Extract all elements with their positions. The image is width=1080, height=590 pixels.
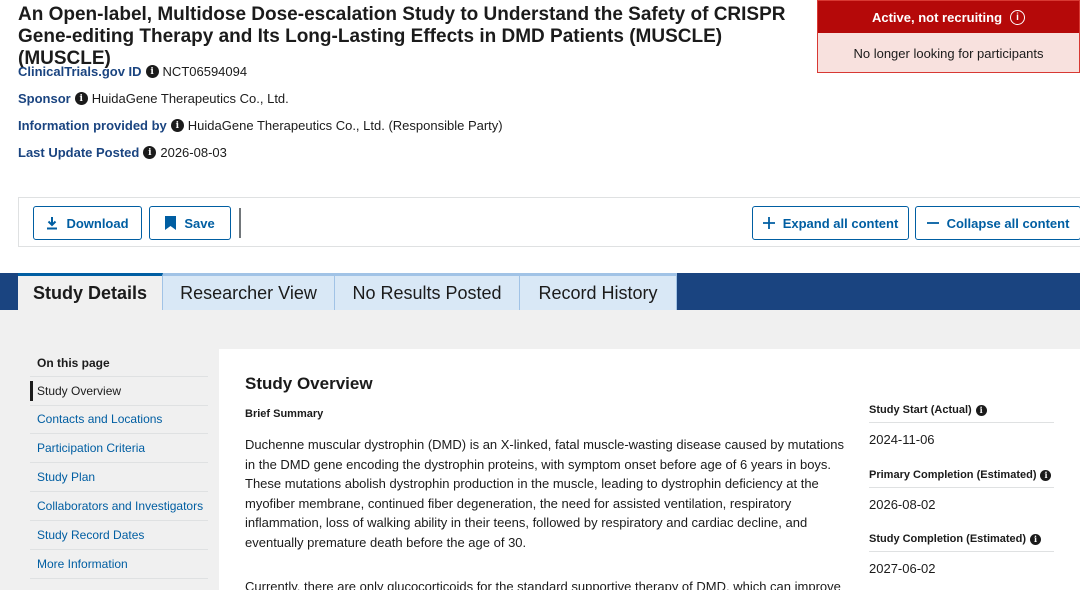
expand-all-button[interactable]: Expand all content: [752, 206, 909, 240]
sponsor-value: HuidaGene Therapeutics Co., Ltd.: [91, 91, 289, 106]
info-icon[interactable]: i: [143, 146, 157, 159]
study-start-value: 2024-11-06: [869, 432, 935, 447]
nct-id-value: NCT06594094: [162, 64, 248, 79]
tab-researcher-view[interactable]: Researcher View: [163, 273, 335, 310]
info-circle-icon[interactable]: i: [1010, 9, 1026, 25]
toolbar-divider: [239, 208, 241, 238]
last-update-row: Last Update Posted i 2026-08-03: [18, 145, 227, 160]
primary-completion-label-text: Primary Completion (Estimated): [869, 469, 1037, 481]
save-button[interactable]: Save: [149, 206, 231, 240]
download-icon: [47, 217, 58, 230]
tab-study-details[interactable]: Study Details: [18, 273, 163, 311]
toc-item-record-dates[interactable]: Study Record Dates: [30, 521, 208, 550]
toc-item-contacts-locations[interactable]: Contacts and Locations: [30, 405, 208, 434]
info-icon[interactable]: i: [1040, 469, 1052, 481]
collapse-all-label: Collapse all content: [946, 215, 1070, 231]
tab-bar: Study Details Researcher View No Results…: [0, 273, 1080, 311]
info-icon[interactable]: i: [975, 404, 987, 416]
section-heading: Study Overview: [245, 374, 373, 393]
status-header: Active, not recruiting i: [818, 1, 1079, 33]
info-icon[interactable]: i: [74, 92, 88, 105]
sponsor-row: Sponsor i HuidaGene Therapeutics Co., Lt…: [18, 91, 289, 106]
tab-record-history[interactable]: Record History: [520, 273, 677, 310]
save-label: Save: [184, 215, 215, 231]
status-badge: Active, not recruiting i No longer looki…: [817, 0, 1080, 73]
download-button[interactable]: Download: [33, 206, 142, 240]
primary-completion-value: 2026-08-02: [869, 497, 936, 512]
toolbar: Download Save Expand all content Collaps…: [18, 197, 1080, 247]
nct-id-label: ClinicalTrials.gov ID: [18, 64, 142, 79]
info-icon[interactable]: i: [1030, 533, 1042, 545]
date-divider: [869, 422, 1054, 423]
info-icon[interactable]: i: [170, 119, 184, 132]
date-divider: [869, 487, 1054, 488]
study-completion-value: 2027-06-02: [869, 561, 936, 576]
toc-title: On this page: [37, 356, 110, 370]
primary-completion-label: Primary Completion (Estimated) i: [869, 469, 1052, 481]
section-subheading: Brief Summary: [245, 408, 324, 420]
nct-id-row: ClinicalTrials.gov ID i NCT06594094: [18, 64, 247, 79]
status-label: Active, not recruiting: [871, 9, 1003, 25]
bookmark-icon: [165, 216, 177, 230]
collapse-all-button[interactable]: Collapse all content: [915, 206, 1080, 240]
summary-paragraph-2: Currently, there are only glucocorticoid…: [245, 579, 841, 590]
toc-item-collaborators[interactable]: Collaborators and Investigators: [30, 492, 208, 521]
plus-icon: [762, 217, 775, 229]
info-icon[interactable]: i: [145, 65, 159, 78]
toc-item-study-plan[interactable]: Study Plan: [30, 463, 208, 492]
last-update-value: 2026-08-03: [160, 145, 227, 160]
minus-icon: [926, 222, 939, 224]
study-completion-label: Study Completion (Estimated) i: [869, 533, 1042, 545]
sponsor-label: Sponsor: [18, 91, 71, 106]
toc-item-study-overview[interactable]: Study Overview: [30, 381, 208, 401]
page-title: An Open-label, Multidose Dose-escalation…: [18, 4, 786, 69]
download-label: Download: [66, 215, 129, 231]
summary-paragraph: Duchenne muscular dystrophin (DMD) is an…: [245, 437, 844, 550]
expand-all-label: Expand all content: [782, 215, 899, 231]
info-provided-value: HuidaGene Therapeutics Co., Ltd. (Respon…: [187, 118, 503, 133]
last-update-label: Last Update Posted: [18, 145, 140, 160]
toc-divider: [30, 376, 208, 377]
info-provided-label: Information provided by: [18, 118, 167, 133]
status-sublabel: No longer looking for participants: [853, 45, 1044, 61]
study-start-label: Study Start (Actual) i: [869, 404, 987, 416]
info-provided-row: Information provided by i HuidaGene Ther…: [18, 118, 503, 133]
study-start-label-text: Study Start (Actual): [869, 404, 972, 416]
toc-item-participation-criteria[interactable]: Participation Criteria: [30, 434, 208, 463]
tab-no-results-posted[interactable]: No Results Posted: [335, 273, 520, 310]
toc-item-more-information[interactable]: More Information: [30, 550, 208, 579]
date-divider: [869, 551, 1054, 552]
study-completion-label-text: Study Completion (Estimated): [869, 533, 1027, 545]
